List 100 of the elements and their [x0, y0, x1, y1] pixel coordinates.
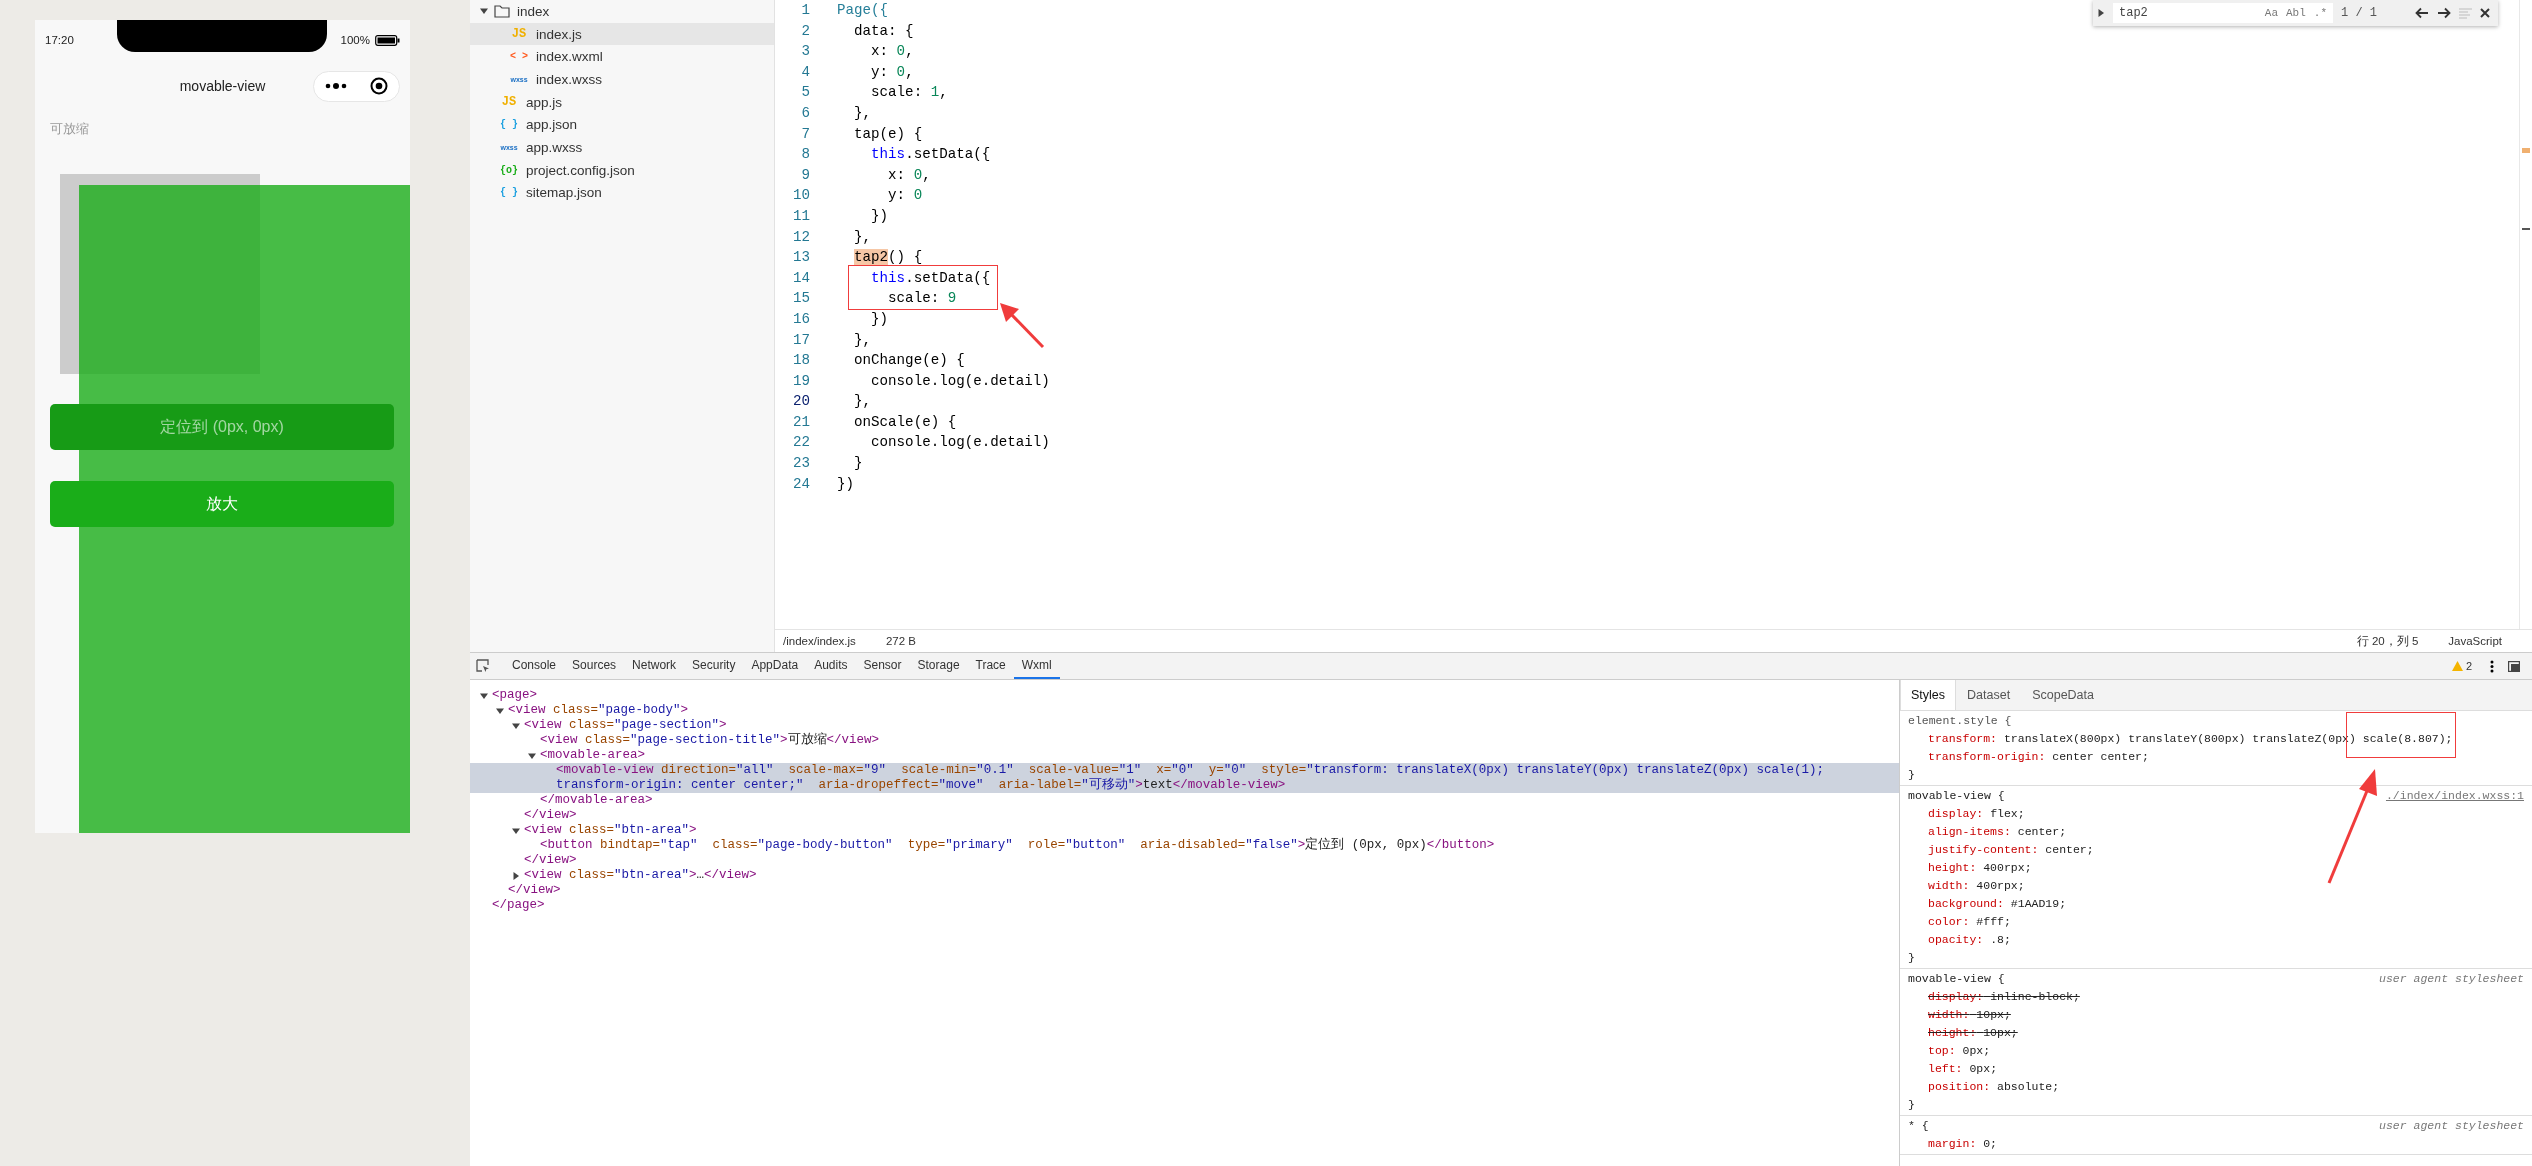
file-tree-item[interactable]: index	[470, 0, 774, 23]
styles-tab[interactable]: ScopeData	[2021, 680, 2105, 710]
markup-line[interactable]: </page>	[492, 898, 545, 913]
css-selector: movable-view {	[1908, 971, 2005, 987]
devtools-tab[interactable]: Sources	[564, 653, 625, 679]
line-number: 14	[791, 268, 810, 288]
find-option[interactable]: .*	[2313, 7, 2327, 19]
markup-line[interactable]: <movable-view direction="all" scale-max="9" scale-min="0.1" scale-value="1" x="0" y="0" style="transform: translateX(0px) translateY(0px) translateZ(0px) scale(1); transform-origin: center center;" aria-dropeffect="move" aria-label="可移动">text</movable-view>	[556, 763, 1889, 793]
code-line: data: {	[853, 21, 914, 41]
markup-line[interactable]: <button bindtap="tap" class="page-body-button" type="primary" role="button" aria-disabled="false">定位到 (0px, 0px)</button>	[540, 838, 1495, 853]
warning-count: 2	[2465, 660, 2472, 672]
file-tree-item[interactable]: JS index.js	[470, 22, 774, 46]
source-link[interactable]: ./index/index.wxss:1	[2385, 787, 2524, 805]
target-icon[interactable]	[369, 77, 388, 95]
css-declaration: display: flex;	[1927, 806, 2026, 822]
markup-line[interactable]: </view>	[508, 883, 561, 898]
markup-line[interactable]: <view class="page-body">	[508, 703, 689, 718]
file-name: app.wxss	[526, 139, 583, 155]
markup-line[interactable]: <page>	[492, 688, 538, 703]
code-line: tap(e) {	[853, 124, 923, 144]
devtools-tab[interactable]: Console	[504, 653, 565, 679]
file-name: app.json	[526, 117, 578, 133]
markup-line[interactable]: </view>	[524, 808, 577, 823]
file-tree-item[interactable]: { } sitemap.json	[470, 181, 774, 205]
file-tree-item[interactable]: < > index.wxml	[470, 45, 774, 69]
file-name: index.wxss	[536, 71, 603, 87]
devtools-tab[interactable]: Trace	[967, 653, 1014, 679]
markup-line[interactable]: <view class="btn-area">…</view>	[524, 868, 757, 883]
markup-line[interactable]: </view>	[524, 853, 577, 868]
arrow-right-icon[interactable]	[2437, 7, 2451, 19]
caret-down-icon[interactable]	[528, 751, 536, 760]
css-declaration: left: 0px;	[1927, 1061, 1999, 1077]
line-number: 24	[791, 474, 810, 494]
caret-right-icon[interactable]	[512, 871, 520, 880]
devtools-tab[interactable]: Sensor	[855, 653, 910, 679]
kebab-menu-icon[interactable]	[2490, 659, 2494, 673]
devtools-tab[interactable]: Audits	[806, 653, 856, 679]
line-number: 18	[791, 351, 810, 371]
file-name: project.config.json	[526, 162, 635, 178]
language-mode[interactable]: JavaScript	[2448, 635, 2502, 647]
caret-down-icon[interactable]	[480, 7, 488, 16]
code-line: this.setData({	[870, 268, 991, 288]
file-type-icon: JS	[508, 27, 530, 42]
file-tree-item[interactable]: {o} project.config.json	[470, 158, 774, 182]
markup-line[interactable]: <view class="page-section">	[524, 718, 727, 733]
find-option[interactable]: Abl	[2286, 7, 2306, 19]
code-line: }	[853, 454, 863, 474]
search-value: tap2	[2119, 6, 2149, 20]
find-input[interactable]: tap2 Aa Abl .*	[2113, 3, 2333, 23]
css-declaration: display: inline-block;	[1927, 989, 2081, 1005]
markup-line[interactable]: <movable-area>	[540, 748, 646, 763]
dock-icon[interactable]	[2508, 660, 2520, 672]
inspect-icon[interactable]	[476, 659, 490, 673]
line-number: 7	[800, 124, 810, 144]
code-line: })	[837, 474, 855, 494]
code-line: onScale(e) {	[853, 412, 957, 432]
line-number: 5	[800, 83, 810, 103]
code-line: console.log(e.detail)	[870, 371, 1050, 391]
code-line: console.log(e.detail)	[870, 433, 1050, 453]
file-tree-item[interactable]: { } app.json	[470, 113, 774, 137]
line-number: 11	[791, 206, 810, 226]
line-number: 4	[800, 62, 810, 82]
line-number: 15	[791, 289, 810, 309]
file-tree-item[interactable]: JS app.js	[470, 90, 774, 114]
markup-line[interactable]: <view class="btn-area">	[524, 823, 697, 838]
capsule-menu[interactable]	[313, 70, 400, 102]
code-line: y: 0	[887, 186, 923, 206]
devtools-tab[interactable]: Security	[684, 653, 744, 679]
styles-tab[interactable]: Dataset	[1956, 680, 2022, 710]
battery-level: 100%	[340, 34, 370, 46]
toggle-replace-icon[interactable]	[2097, 9, 2105, 17]
css-declaration: transform-origin: center center;	[1927, 749, 2150, 765]
code-line: },	[853, 227, 872, 247]
line-number: 3	[800, 42, 810, 62]
css-declaration: align-items: center;	[1927, 824, 2068, 840]
styles-tab[interactable]: Styles	[1900, 680, 1957, 710]
find-option[interactable]: Aa	[2264, 7, 2278, 19]
css-declaration: position: absolute;	[1927, 1079, 2061, 1095]
css-declaration: opacity: .8;	[1927, 932, 2012, 948]
devtools-tab[interactable]: Wxml	[1013, 653, 1060, 679]
devtools-tab[interactable]: Storage	[909, 653, 968, 679]
code-line: })	[870, 206, 889, 226]
arrow-left-icon[interactable]	[2415, 7, 2429, 19]
status-time: 17:20	[45, 34, 74, 46]
markup-line[interactable]: </movable-area>	[540, 793, 653, 808]
file-type-icon: { }	[498, 187, 520, 199]
more-icon[interactable]	[325, 82, 348, 90]
code-line: Page({	[837, 1, 889, 20]
devtools-tab[interactable]: AppData	[743, 653, 807, 679]
markup-line[interactable]: <view class="page-section-title">可放缩</view>	[540, 733, 880, 748]
file-size: 272 B	[885, 635, 916, 647]
css-declaration: color: #fff;	[1927, 914, 2012, 930]
devtools-tab[interactable]: Network	[624, 653, 685, 679]
code-line: tap2() {	[853, 248, 923, 268]
line-number: 23	[791, 454, 810, 474]
battery-icon	[375, 34, 400, 46]
line-number: 22	[791, 433, 810, 453]
line-number: 20	[791, 392, 810, 412]
caret-down-icon[interactable]	[512, 826, 520, 835]
close-icon[interactable]	[2480, 8, 2490, 18]
